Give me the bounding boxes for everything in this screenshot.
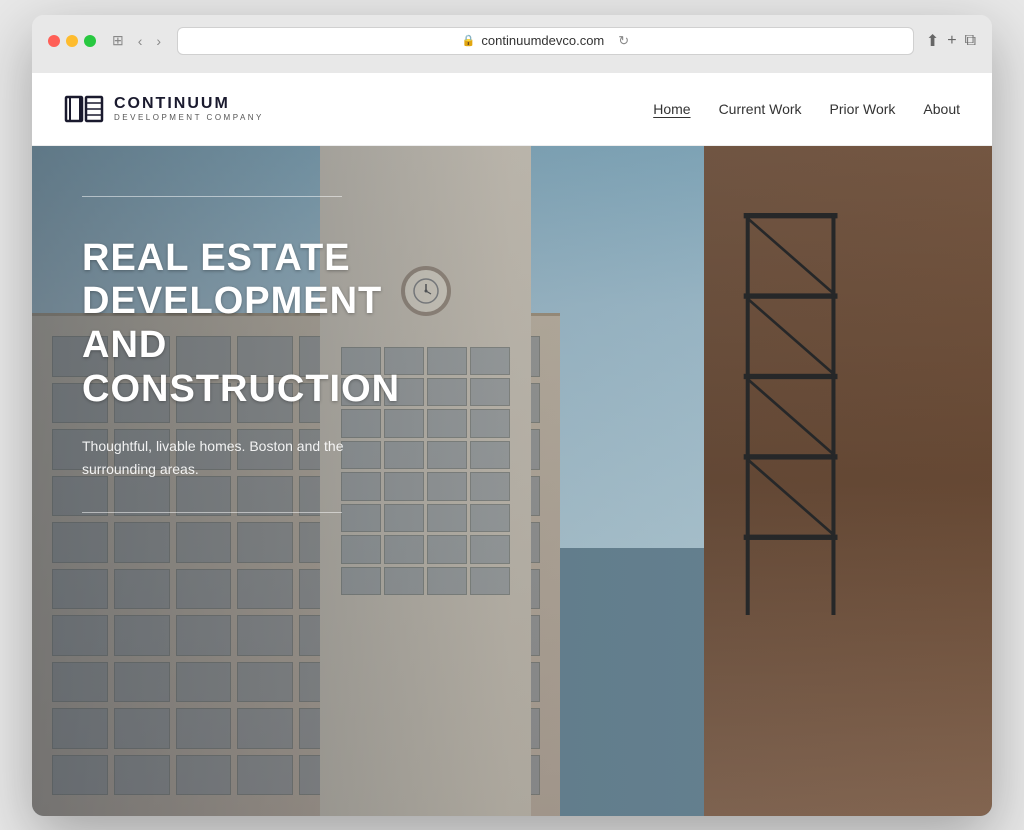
new-tab-button[interactable]: + (947, 32, 956, 50)
browser-toolbar: ⊞ ‹ › 🔒 continuumdevco.com ↻ ⬆ + ⧉ (48, 27, 976, 55)
traffic-lights (48, 35, 96, 47)
logo-text: CONTINUUM DEVELOPMENT COMPANY (114, 95, 264, 122)
url-text: continuumdevco.com (481, 33, 604, 48)
logo-area: CONTINUUM DEVELOPMENT COMPANY (64, 89, 264, 129)
back-button[interactable]: ‹ (134, 31, 147, 51)
logo-name: CONTINUUM (114, 95, 264, 113)
address-bar[interactable]: 🔒 continuumdevco.com ↻ (177, 27, 914, 55)
hero-title: REAL ESTATE DEVELOPMENT AND CONSTRUCTION (82, 237, 442, 412)
hero-bottom-line (82, 512, 342, 513)
browser-chrome: ⊞ ‹ › 🔒 continuumdevco.com ↻ ⬆ + ⧉ (32, 15, 992, 73)
minimize-button[interactable] (66, 35, 78, 47)
nav-current-work[interactable]: Current Work (719, 101, 802, 117)
hero-top-line (82, 196, 342, 197)
nav-prior-work[interactable]: Prior Work (830, 101, 896, 117)
maximize-button[interactable] (84, 35, 96, 47)
nav-links: Home Current Work Prior Work About (653, 101, 960, 117)
hero-section: REAL ESTATE DEVELOPMENT AND CONSTRUCTION… (32, 146, 992, 816)
forward-button[interactable]: › (152, 31, 165, 51)
windows-button[interactable]: ⧉ (965, 32, 976, 50)
website-content: CONTINUUM DEVELOPMENT COMPANY Home Curre… (32, 73, 992, 816)
hero-content: REAL ESTATE DEVELOPMENT AND CONSTRUCTION… (32, 146, 492, 564)
logo-icon (64, 89, 104, 129)
nav-about[interactable]: About (923, 101, 960, 117)
logo-subtitle: DEVELOPMENT COMPANY (114, 113, 264, 122)
close-button[interactable] (48, 35, 60, 47)
browser-actions: ⬆ + ⧉ (926, 31, 976, 51)
browser-tab-bar (48, 63, 976, 73)
browser-controls: ⊞ ‹ › (108, 30, 165, 51)
hero-subtitle: Thoughtful, livable homes. Boston and th… (82, 435, 382, 480)
browser-window: ⊞ ‹ › 🔒 continuumdevco.com ↻ ⬆ + ⧉ (32, 15, 992, 816)
site-navigation: CONTINUUM DEVELOPMENT COMPANY Home Curre… (32, 73, 992, 146)
nav-home[interactable]: Home (653, 101, 690, 117)
lock-icon: 🔒 (462, 34, 476, 47)
sidebar-toggle-icon[interactable]: ⊞ (108, 30, 128, 51)
share-icon[interactable]: ⬆ (926, 31, 939, 51)
reload-button[interactable]: ↻ (618, 33, 629, 49)
